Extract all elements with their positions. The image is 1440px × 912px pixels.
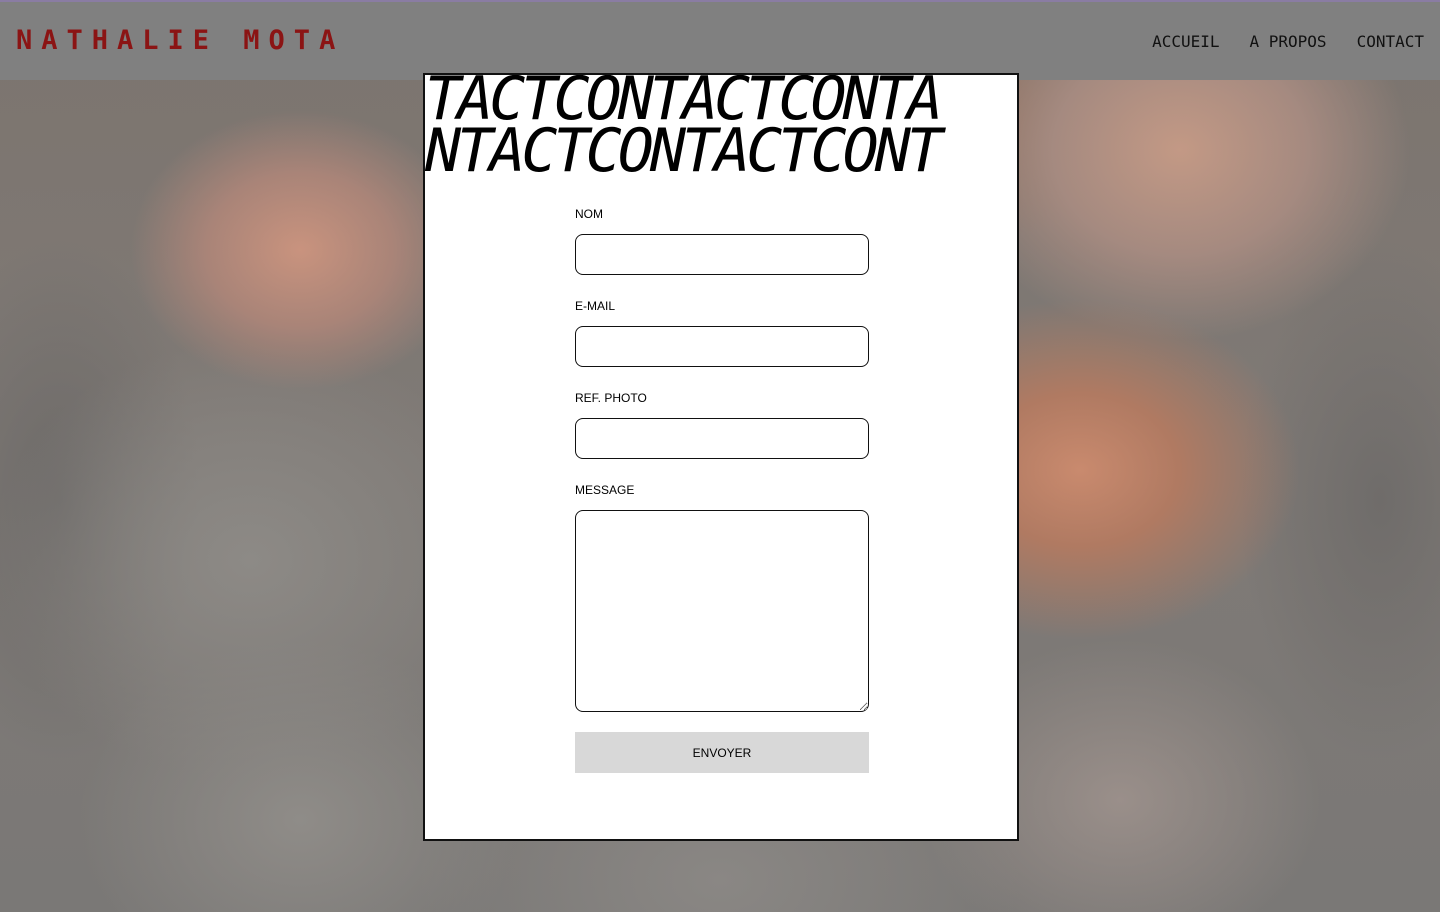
- main-nav: ACCUEIL A PROPOS CONTACT: [1152, 32, 1424, 51]
- message-field[interactable]: [575, 510, 869, 712]
- contact-modal: TACTCONTACTCONTA NTACTCONTACTCONT NOM E-…: [423, 73, 1019, 841]
- name-field[interactable]: [575, 234, 869, 275]
- email-field[interactable]: [575, 326, 869, 367]
- nav-item-accueil[interactable]: ACCUEIL: [1152, 32, 1219, 51]
- photo-ref-field[interactable]: [575, 418, 869, 459]
- name-label: NOM: [575, 207, 603, 221]
- email-label: E-MAIL: [575, 299, 616, 313]
- nav-item-a-propos[interactable]: A PROPOS: [1250, 32, 1327, 51]
- contact-marquee-bottom: NTACTCONTACTCONT: [425, 121, 1017, 181]
- send-button[interactable]: ENVOYER: [575, 732, 869, 773]
- photo-ref-label: REF. PHOTO: [575, 391, 647, 405]
- contact-form: NOM E-MAIL REF. PHOTO MESSAGE ENVOYER: [575, 207, 869, 773]
- site-logo[interactable]: NATHALIE MOTA: [16, 25, 344, 56]
- marquee-text: NTACTCONTACTCONT: [425, 121, 943, 181]
- site-header: NATHALIE MOTA ACCUEIL A PROPOS CONTACT: [0, 0, 1440, 80]
- message-label: MESSAGE: [575, 483, 635, 497]
- nav-item-contact[interactable]: CONTACT: [1357, 32, 1424, 51]
